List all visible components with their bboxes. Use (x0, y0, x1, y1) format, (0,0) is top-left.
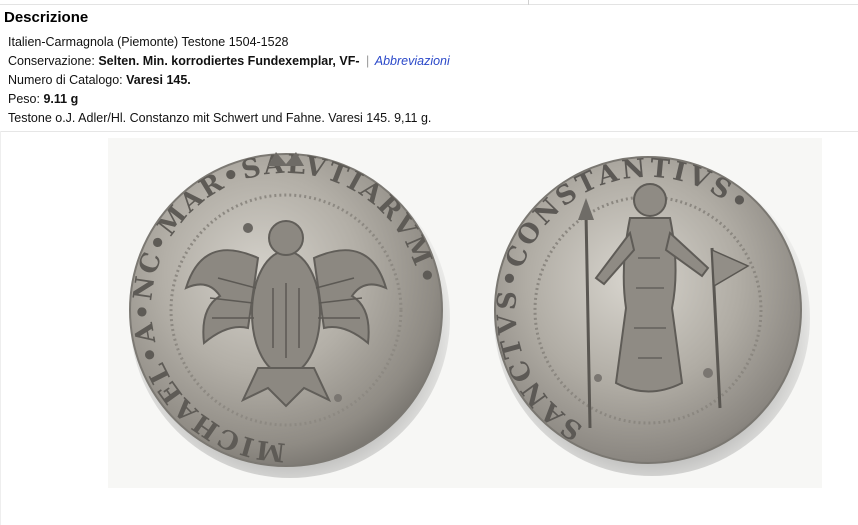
weight-row: Peso: 9.11 g (8, 90, 450, 109)
section-divider (0, 131, 858, 132)
top-rule (0, 4, 858, 5)
catalog-row: Numero di Catalogo: Varesi 145. (8, 71, 450, 90)
weight-label: Peso: (8, 92, 40, 106)
coin-photo[interactable]: MICHAEL•A•NC•MAR•SALVTIARVM• (108, 138, 822, 488)
catalog-value: Varesi 145. (126, 73, 191, 87)
weight-value: 9.11 g (43, 92, 79, 106)
column-divider (528, 0, 529, 5)
lot-details: Italien-Carmagnola (Piemonte) Testone 15… (8, 33, 450, 128)
conservation-value: Selten. Min. korrodiertes Fundexemplar, … (98, 54, 360, 68)
section-title: Descrizione (4, 9, 89, 26)
lot-description: Testone o.J. Adler/Hl. Constanzo mit Sch… (8, 111, 432, 125)
coin-obverse: MICHAEL•A•NC•MAR•SALVTIARVM• (128, 150, 450, 478)
left-border (0, 131, 1, 525)
separator: | (366, 54, 370, 68)
abbreviations-link[interactable]: Abbreviazioni (375, 54, 450, 68)
catalog-label: Numero di Catalogo: (8, 73, 123, 87)
conservation-row: Conservazione: Selten. Min. korrodiertes… (8, 52, 450, 71)
lot-title: Italien-Carmagnola (Piemonte) Testone 15… (8, 35, 289, 49)
coin-reverse: SANCTVS•CONSTANTIVS• (492, 153, 810, 476)
conservation-label: Conservazione: (8, 54, 95, 68)
coin-photo-svg: MICHAEL•A•NC•MAR•SALVTIARVM• (128, 150, 810, 478)
